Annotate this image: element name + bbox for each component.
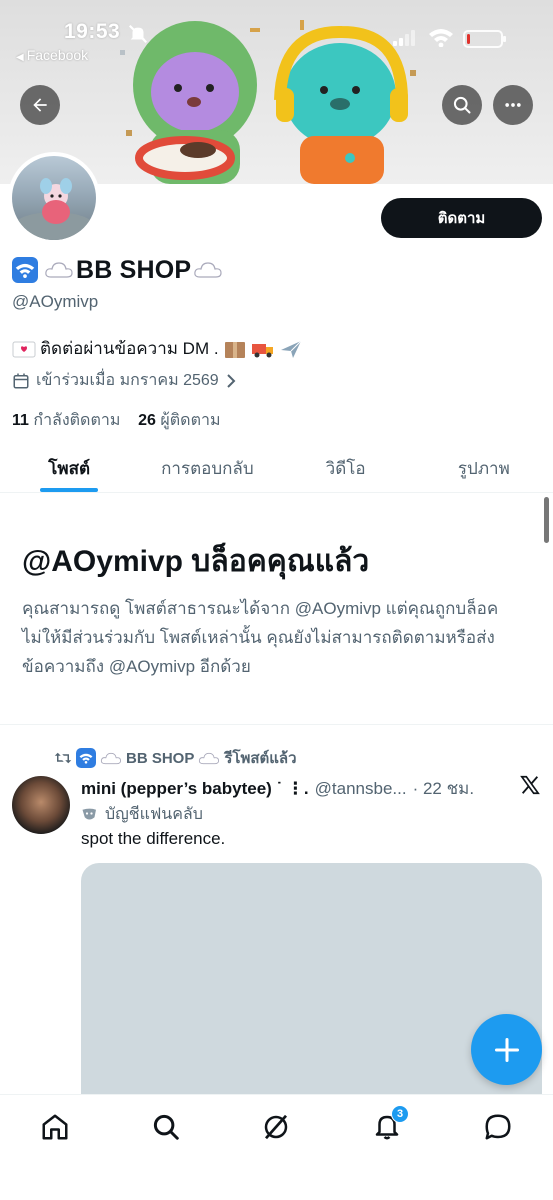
status-time: 19:53: [64, 20, 121, 43]
cloud-emoji-icon: [199, 752, 220, 764]
theater-masks-icon: [82, 808, 96, 819]
cloud-emoji-icon: [100, 752, 121, 764]
retweeter-name: BB SHOP: [126, 749, 195, 767]
grok-icon: [265, 1114, 288, 1140]
profile-bio: ติดต่อผ่านข้อความ DM .: [12, 335, 303, 362]
back-triangle-icon: ◀: [16, 52, 24, 63]
following-count: 11: [12, 412, 29, 429]
compose-post-button[interactable]: [471, 1014, 542, 1085]
wifi-emoji-icon: [12, 257, 38, 283]
nav-notifications[interactable]: 3: [357, 1095, 417, 1159]
tweet-header: mini (pepper’s babytee) ˙ ⋮. @tannsbe...…: [81, 775, 521, 802]
followers-count: 26: [138, 412, 156, 429]
tab-label: การตอบกลับ: [161, 458, 254, 478]
battery-icon: [463, 30, 506, 48]
back-to-app-link[interactable]: ◀ Facebook: [16, 47, 88, 63]
delivery-truck-emoji-icon: [251, 343, 273, 357]
back-button[interactable]: [20, 85, 60, 125]
fan-label-text: บัญชีแฟนคลับ: [105, 806, 203, 823]
bell-muted-icon: [128, 24, 148, 44]
follow-stats: 11 กำลังติดตาม 26 ผู้ติดตาม: [12, 408, 220, 433]
x-logo-icon[interactable]: [519, 774, 541, 796]
scrollbar[interactable]: [544, 497, 549, 543]
battery-level: [467, 34, 470, 44]
tab-photos[interactable]: รูปภาพ: [415, 444, 553, 492]
profile-tabs: โพสต์ การตอบกลับ วิดีโอ รูปภาพ: [0, 444, 553, 493]
tweet-media[interactable]: [81, 863, 542, 1113]
follow-button[interactable]: ติดตาม: [381, 198, 542, 238]
blocked-description: คุณสามารถดู โพสต์สาธารณะได้จาก @AOymivp …: [22, 599, 499, 676]
profile-handle: @AOymivp: [12, 292, 99, 311]
joined-text: เข้าร่วมเมื่อ มกราคม 2569: [36, 372, 219, 389]
airplane-emoji-icon: [280, 340, 301, 358]
followers-link[interactable]: 26 ผู้ติดตาม: [138, 412, 220, 429]
search-icon: [153, 1114, 179, 1140]
retweet-icon: [54, 752, 72, 764]
active-tab-indicator: [40, 488, 99, 492]
cloud-emoji-icon: [45, 262, 73, 278]
tab-replies[interactable]: การตอบกลับ: [138, 444, 276, 492]
tab-label: วิดีโอ: [325, 458, 366, 478]
avatar-figure: [14, 178, 94, 240]
nav-search[interactable]: [136, 1095, 196, 1159]
nav-grok[interactable]: [246, 1095, 306, 1159]
notification-badge: 3: [391, 1105, 410, 1123]
divider: [0, 724, 553, 725]
joined-date: เข้าร่วมเมื่อ มกราคม 2569: [12, 368, 237, 393]
bottom-navigation: 3: [0, 1094, 553, 1200]
chevron-right-icon: [226, 373, 236, 388]
wifi-emoji-icon: [76, 748, 96, 768]
avatar-image: [12, 156, 96, 240]
search-button[interactable]: [442, 85, 482, 125]
tweet-author-avatar[interactable]: [12, 776, 70, 834]
plus-icon: [494, 1037, 519, 1062]
back-app-label: Facebook: [26, 47, 89, 63]
calendar-icon: [13, 373, 29, 388]
nav-home[interactable]: [25, 1095, 85, 1159]
cellular-signal-icon: [393, 30, 415, 46]
blocked-title: @AOymivp บล็อคคุณแล้ว: [22, 545, 370, 578]
display-name: BB SHOP: [76, 255, 192, 284]
package-emoji-icon: [224, 341, 245, 358]
more-options-button[interactable]: [493, 85, 533, 125]
nav-messages[interactable]: [468, 1095, 528, 1159]
home-icon: [42, 1114, 68, 1140]
following-label: กำลังติดตาม: [33, 412, 121, 429]
more-horizontal-icon: [505, 103, 521, 107]
tab-label: โพสต์: [48, 458, 90, 478]
tweet-author-name[interactable]: mini (pepper’s babytee) ˙ ⋮.: [81, 779, 309, 799]
tab-posts[interactable]: โพสต์: [0, 444, 138, 492]
message-icon: [485, 1114, 511, 1140]
tweet-time: · 22 ชม.: [412, 779, 475, 798]
following-link[interactable]: 11 กำลังติดตาม: [12, 412, 120, 429]
tab-videos[interactable]: วิดีโอ: [277, 444, 415, 492]
retweet-label: รีโพสต์แล้ว: [224, 750, 297, 767]
bio-text: ติดต่อผ่านข้อความ DM .: [40, 339, 219, 358]
arrow-left-icon: [33, 98, 47, 112]
banner-illustration: [120, 20, 416, 184]
search-icon: [453, 96, 471, 114]
retweet-context[interactable]: BB SHOP รีโพสต์แล้ว: [54, 746, 297, 770]
display-name-row: BB SHOP: [12, 254, 225, 286]
profile-avatar[interactable]: [8, 152, 100, 244]
fan-account-label: บัญชีแฟนคลับ: [81, 802, 203, 827]
love-letter-emoji-icon: [12, 341, 36, 357]
wifi-icon: [429, 29, 453, 47]
followers-label: ผู้ติดตาม: [160, 412, 221, 429]
tab-label: รูปภาพ: [457, 458, 510, 478]
cloud-emoji-icon: [194, 262, 222, 278]
tweet-text: spot the difference.: [81, 829, 226, 848]
tweet-author-handle[interactable]: @tannsbe...: [315, 779, 407, 799]
